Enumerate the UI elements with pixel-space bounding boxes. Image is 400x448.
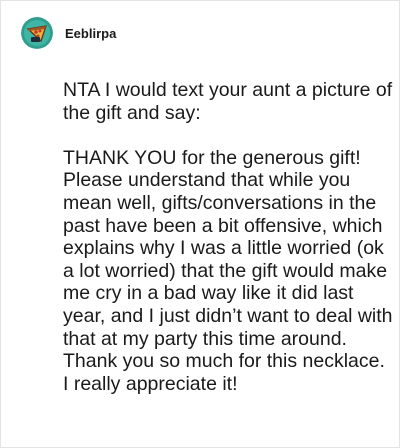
comment-text: NTA I would text your aunt a picture of … xyxy=(63,79,393,395)
pizza-slice-avatar-icon xyxy=(21,17,53,49)
comment-card: Eeblirpa NTA I would text your aunt a pi… xyxy=(0,0,400,448)
avatar[interactable] xyxy=(21,17,53,49)
comment-header: Eeblirpa xyxy=(21,17,116,49)
username[interactable]: Eeblirpa xyxy=(65,26,116,41)
